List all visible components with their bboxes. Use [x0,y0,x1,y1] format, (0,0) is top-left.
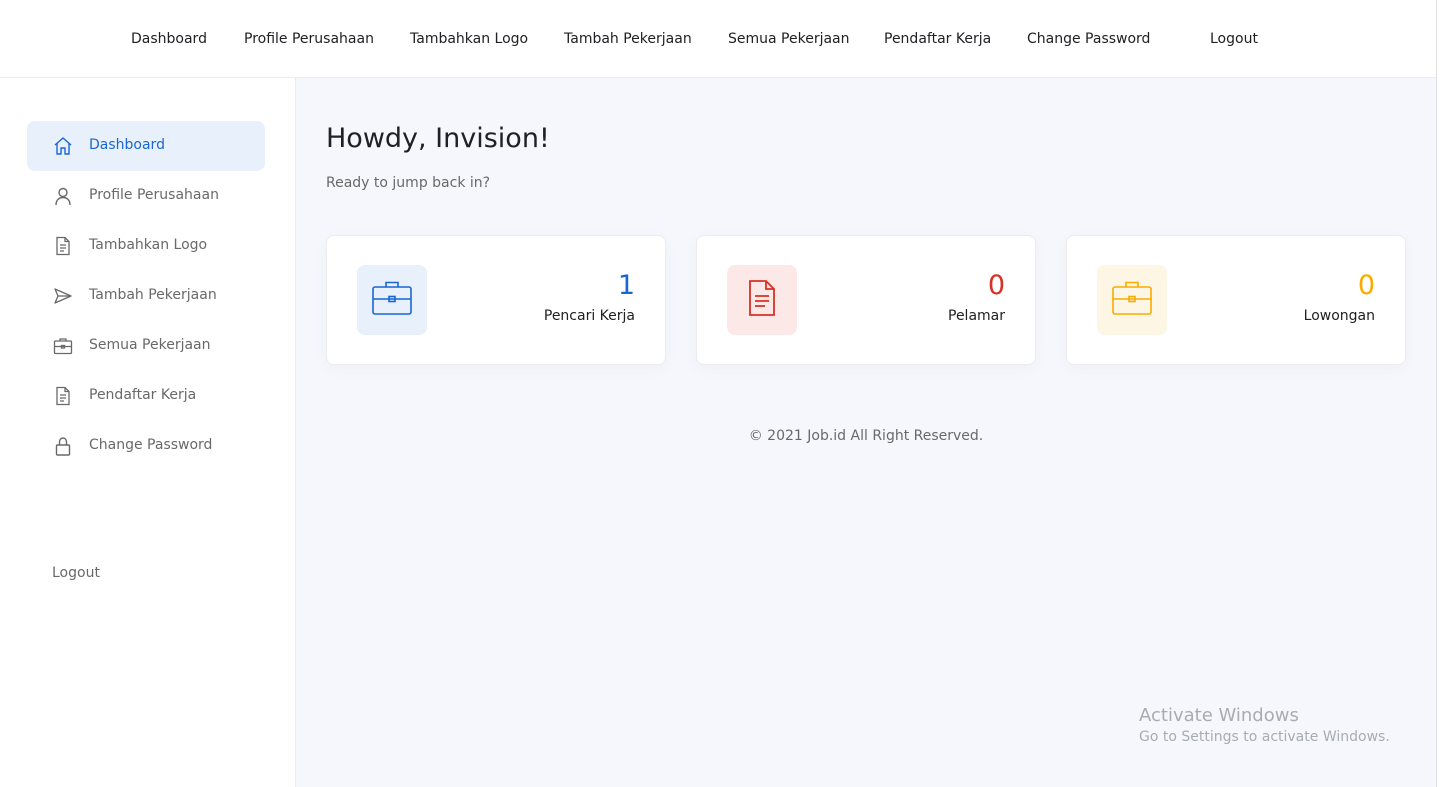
document-icon [747,279,777,321]
stat-value: 0 [1357,270,1375,301]
topnav-tambahkan-logo[interactable]: Tambahkan Logo [410,0,528,78]
window-scrollbar[interactable] [1436,0,1440,787]
stat-card-lowongan: 0 Lowongan [1066,235,1406,365]
sidebar-item-pendaftar-kerja[interactable]: Pendaftar Kerja [27,371,265,421]
document-icon [53,386,73,406]
stat-card-pencari-kerja: 1 Pencari Kerja [326,235,666,365]
sidebar-item-label: Semua Pekerjaan [89,337,211,353]
topnav-tambah-pekerjaan[interactable]: Tambah Pekerjaan [564,0,692,78]
top-navbar: Dashboard Profile Perusahaan Tambahkan L… [0,0,1436,78]
stat-label: Pelamar [948,308,1005,324]
stat-value: 0 [987,270,1005,301]
sidebar-item-label: Tambah Pekerjaan [89,287,217,303]
topnav-semua-pekerjaan[interactable]: Semua Pekerjaan [728,0,850,78]
sidebar-item-tambahkan-logo[interactable]: Tambahkan Logo [27,221,265,271]
sidebar-item-profile-perusahaan[interactable]: Profile Perusahaan [27,171,265,221]
topnav-logout[interactable]: Logout [1210,0,1258,78]
topnav-dashboard[interactable]: Dashboard [131,0,207,78]
main-content: Howdy, Invision! Ready to jump back in? … [296,78,1436,787]
watermark-subtitle: Go to Settings to activate Windows. [1139,729,1390,745]
sidebar-item-tambah-pekerjaan[interactable]: Tambah Pekerjaan [27,271,265,321]
briefcase-icon [1111,279,1153,321]
sidebar-item-dashboard[interactable]: Dashboard [27,121,265,171]
lock-icon [53,436,73,456]
sidebar: Dashboard Profile Perusahaan Tambahkan L… [0,78,296,787]
page-subtitle: Ready to jump back in? [326,175,491,191]
sidebar-item-label: Tambahkan Logo [89,237,208,253]
topnav-profile-perusahaan[interactable]: Profile Perusahaan [244,0,374,78]
page-title: Howdy, Invision! [326,123,550,154]
sidebar-item-logout[interactable]: Logout [52,565,100,581]
briefcase-icon [371,279,413,321]
sidebar-item-label: Dashboard [89,137,165,153]
topnav-change-password[interactable]: Change Password [1027,0,1150,78]
document-icon [53,236,73,256]
stat-label: Pencari Kerja [543,308,635,324]
sidebar-item-label: Change Password [89,437,213,453]
windows-activation-watermark: Activate Windows Go to Settings to activ… [1139,705,1390,745]
topnav-pendaftar-kerja[interactable]: Pendaftar Kerja [884,0,991,78]
user-icon [53,186,73,206]
stat-card-pelamar: 0 Pelamar [696,235,1036,365]
stat-icon-box [1097,265,1167,335]
sidebar-item-change-password[interactable]: Change Password [27,421,265,471]
sidebar-item-semua-pekerjaan[interactable]: Semua Pekerjaan [27,321,265,371]
briefcase-icon [53,336,73,356]
stat-icon-box [727,265,797,335]
sidebar-item-label: Profile Perusahaan [89,187,219,203]
stat-icon-box [357,265,427,335]
watermark-title: Activate Windows [1139,705,1299,726]
stat-label: Lowongan [1303,308,1375,324]
footer-copyright: © 2021 Job.id All Right Reserved. [748,428,984,444]
stat-value: 1 [617,270,635,301]
sidebar-item-label: Pendaftar Kerja [89,387,197,403]
send-icon [53,286,73,306]
home-icon [53,136,73,156]
